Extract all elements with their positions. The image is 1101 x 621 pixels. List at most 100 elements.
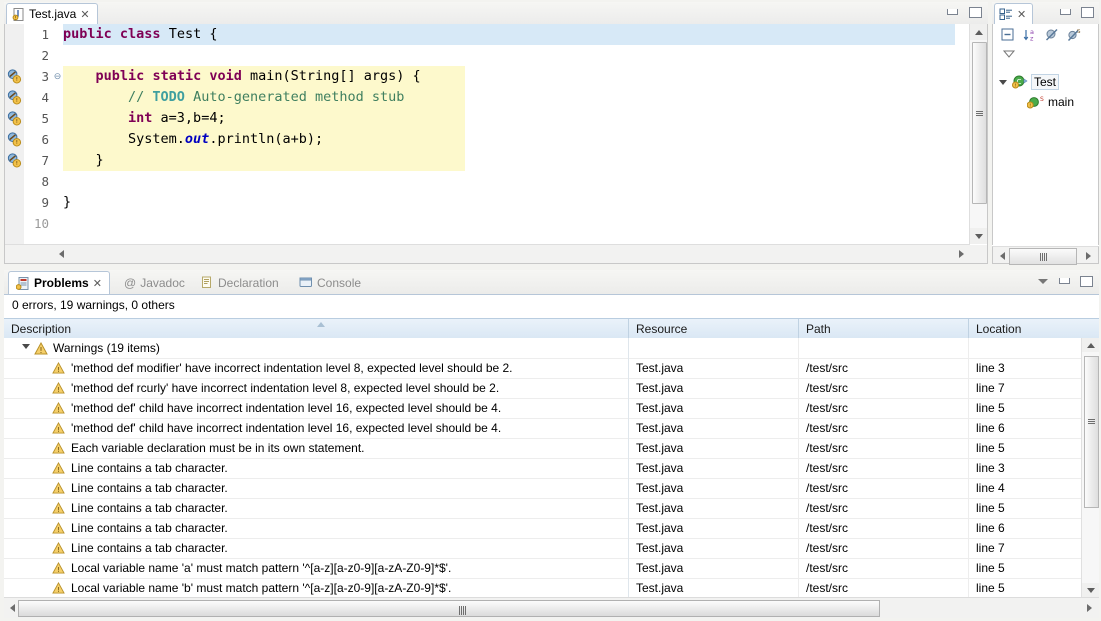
- problem-resource: Test.java: [629, 398, 799, 418]
- warning-marker-icon: !: [7, 132, 22, 147]
- tab-label: Console: [317, 275, 362, 290]
- collapse-all-icon[interactable]: [1001, 28, 1015, 42]
- table-row[interactable]: ! Each variable declaration must be in i…: [4, 438, 1082, 459]
- scroll-left-icon[interactable]: [53, 245, 69, 262]
- outline-tab-bar: ✕: [992, 2, 1099, 25]
- problems-rows[interactable]: ! Warnings (19 items) ! 'method def modi…: [4, 338, 1082, 597]
- editor-annotation-gutter[interactable]: ! ! ! ! !: [5, 24, 25, 244]
- view-menu-icon[interactable]: [1038, 276, 1049, 287]
- outline-hscroll-thumb[interactable]: [1009, 248, 1077, 265]
- maximize-icon[interactable]: [1080, 275, 1093, 288]
- close-icon[interactable]: ✕: [93, 277, 102, 290]
- table-row[interactable]: ! 'method def' child have incorrect inde…: [4, 398, 1082, 419]
- outline-horizontal-scrollbar[interactable]: [992, 246, 1099, 265]
- problems-hscroll-thumb[interactable]: [18, 600, 880, 617]
- column-header-resource[interactable]: Resource: [629, 319, 799, 339]
- problems-table: Description Resource Path Location ! War…: [4, 318, 1099, 597]
- maximize-icon[interactable]: [1081, 6, 1094, 19]
- warning-icon: !: [52, 362, 65, 374]
- code-line: }: [63, 194, 72, 210]
- minimize-icon[interactable]: [1058, 275, 1071, 288]
- scroll-up-icon[interactable]: [970, 24, 987, 40]
- line-number: 5: [41, 111, 49, 126]
- warning-icon: !: [52, 462, 65, 474]
- table-row[interactable]: ! 'method def modifier' have incorrect i…: [4, 358, 1082, 379]
- outline-view-menu-icon[interactable]: [1002, 48, 1016, 62]
- outline-item-test[interactable]: C ! Test: [999, 72, 1060, 91]
- code-line: public class Test {: [63, 26, 218, 42]
- hide-static-icon[interactable]: S: [1067, 28, 1081, 42]
- problems-vscroll-thumb[interactable]: [1084, 356, 1099, 508]
- minimize-icon[interactable]: [946, 6, 959, 19]
- table-row[interactable]: ! Line contains a tab character. Test.ja…: [4, 518, 1082, 539]
- problem-description: Line contains a tab character.: [71, 541, 228, 555]
- scroll-down-icon[interactable]: [970, 228, 987, 244]
- problem-path: /test/src: [799, 378, 969, 398]
- svg-text:!: !: [57, 566, 60, 574]
- code-line: public static void main(String[] args) {: [95, 68, 421, 84]
- table-row[interactable]: ! Line contains a tab character. Test.ja…: [4, 498, 1082, 519]
- problems-window-buttons: [1038, 275, 1093, 288]
- fold-toggle-icon[interactable]: ⊖: [52, 66, 63, 87]
- column-header-path[interactable]: Path: [799, 319, 969, 339]
- tree-expander-icon[interactable]: [999, 77, 1009, 87]
- problems-table-header: Description Resource Path Location: [4, 318, 1099, 340]
- scroll-left-icon[interactable]: [6, 601, 18, 615]
- warning-icon: !: [52, 502, 65, 514]
- sort-az-icon[interactable]: a z: [1023, 28, 1037, 42]
- line-number: 7: [41, 153, 49, 168]
- svg-text:S: S: [1077, 29, 1081, 35]
- code-surface[interactable]: public class Test { public static void m…: [63, 24, 955, 244]
- hide-fields-icon[interactable]: [1045, 28, 1059, 42]
- close-icon[interactable]: ✕: [80, 8, 89, 21]
- scroll-up-icon[interactable]: [1082, 338, 1099, 352]
- editor-vertical-scrollbar[interactable]: [969, 24, 987, 244]
- problem-description: 'method def modifier' have incorrect ind…: [71, 361, 513, 375]
- editor-scroll-corner: [970, 245, 987, 263]
- tab-javadoc[interactable]: @ Javadoc: [117, 272, 192, 293]
- editor-tab-test-java[interactable]: ! Test.java ✕: [6, 3, 98, 24]
- editor-vscroll-thumb[interactable]: [972, 42, 987, 204]
- tab-problems[interactable]: Problems ✕: [8, 271, 110, 294]
- table-row[interactable]: ! Local variable name 'b' must match pat…: [4, 578, 1082, 597]
- code-line: int a=3,b=4;: [128, 110, 226, 126]
- problem-description: 'method def' child have incorrect indent…: [71, 401, 502, 415]
- table-row[interactable]: ! Line contains a tab character. Test.ja…: [4, 458, 1082, 479]
- editor-line-number-ruler: 1 2 3 4 5 6 7 8 9 10: [24, 24, 52, 244]
- outline-tree[interactable]: C ! Test ! S main: [992, 64, 1099, 245]
- scroll-down-icon[interactable]: [1082, 583, 1099, 597]
- minimize-icon[interactable]: [1059, 6, 1072, 19]
- svg-text:!: !: [57, 506, 60, 514]
- tab-console[interactable]: Console: [292, 272, 368, 293]
- tab-declaration[interactable]: Declaration: [194, 272, 286, 293]
- svg-text:!: !: [57, 366, 60, 374]
- problems-horizontal-scrollbar[interactable]: [4, 597, 1099, 618]
- table-row[interactable]: ! Local variable name 'a' must match pat…: [4, 558, 1082, 579]
- editor-horizontal-scrollbar[interactable]: [5, 244, 970, 263]
- outline-item-main[interactable]: ! S main: [1027, 92, 1074, 111]
- outline-window-buttons: [1059, 6, 1094, 19]
- line-number: 2: [41, 48, 49, 63]
- scroll-right-icon[interactable]: [1081, 247, 1097, 264]
- scroll-left-icon[interactable]: [994, 247, 1010, 264]
- problem-resource: Test.java: [629, 378, 799, 398]
- table-row[interactable]: ! 'method def' child have incorrect inde…: [4, 418, 1082, 439]
- close-icon[interactable]: ✕: [1017, 8, 1026, 21]
- problem-location: line 6: [976, 521, 1005, 535]
- warning-icon: !: [52, 562, 65, 574]
- table-row[interactable]: ! Line contains a tab character. Test.ja…: [4, 478, 1082, 499]
- problem-resource: Test.java: [629, 518, 799, 538]
- svg-text:!: !: [57, 426, 60, 434]
- table-row[interactable]: ! Line contains a tab character. Test.ja…: [4, 538, 1082, 559]
- column-header-location[interactable]: Location: [969, 319, 1082, 339]
- outline-tab[interactable]: ✕: [994, 3, 1034, 24]
- maximize-icon[interactable]: [969, 6, 982, 19]
- problems-vertical-scrollbar[interactable]: [1081, 338, 1099, 597]
- line-number: 3: [41, 69, 49, 84]
- scroll-right-icon[interactable]: [1084, 601, 1096, 615]
- javadoc-icon: @: [124, 275, 137, 290]
- table-row[interactable]: ! 'method def rcurly' have incorrect ind…: [4, 378, 1082, 399]
- problems-group-row[interactable]: ! Warnings (19 items): [4, 338, 1082, 359]
- scroll-right-icon[interactable]: [954, 245, 970, 262]
- problem-path: /test/src: [799, 558, 969, 578]
